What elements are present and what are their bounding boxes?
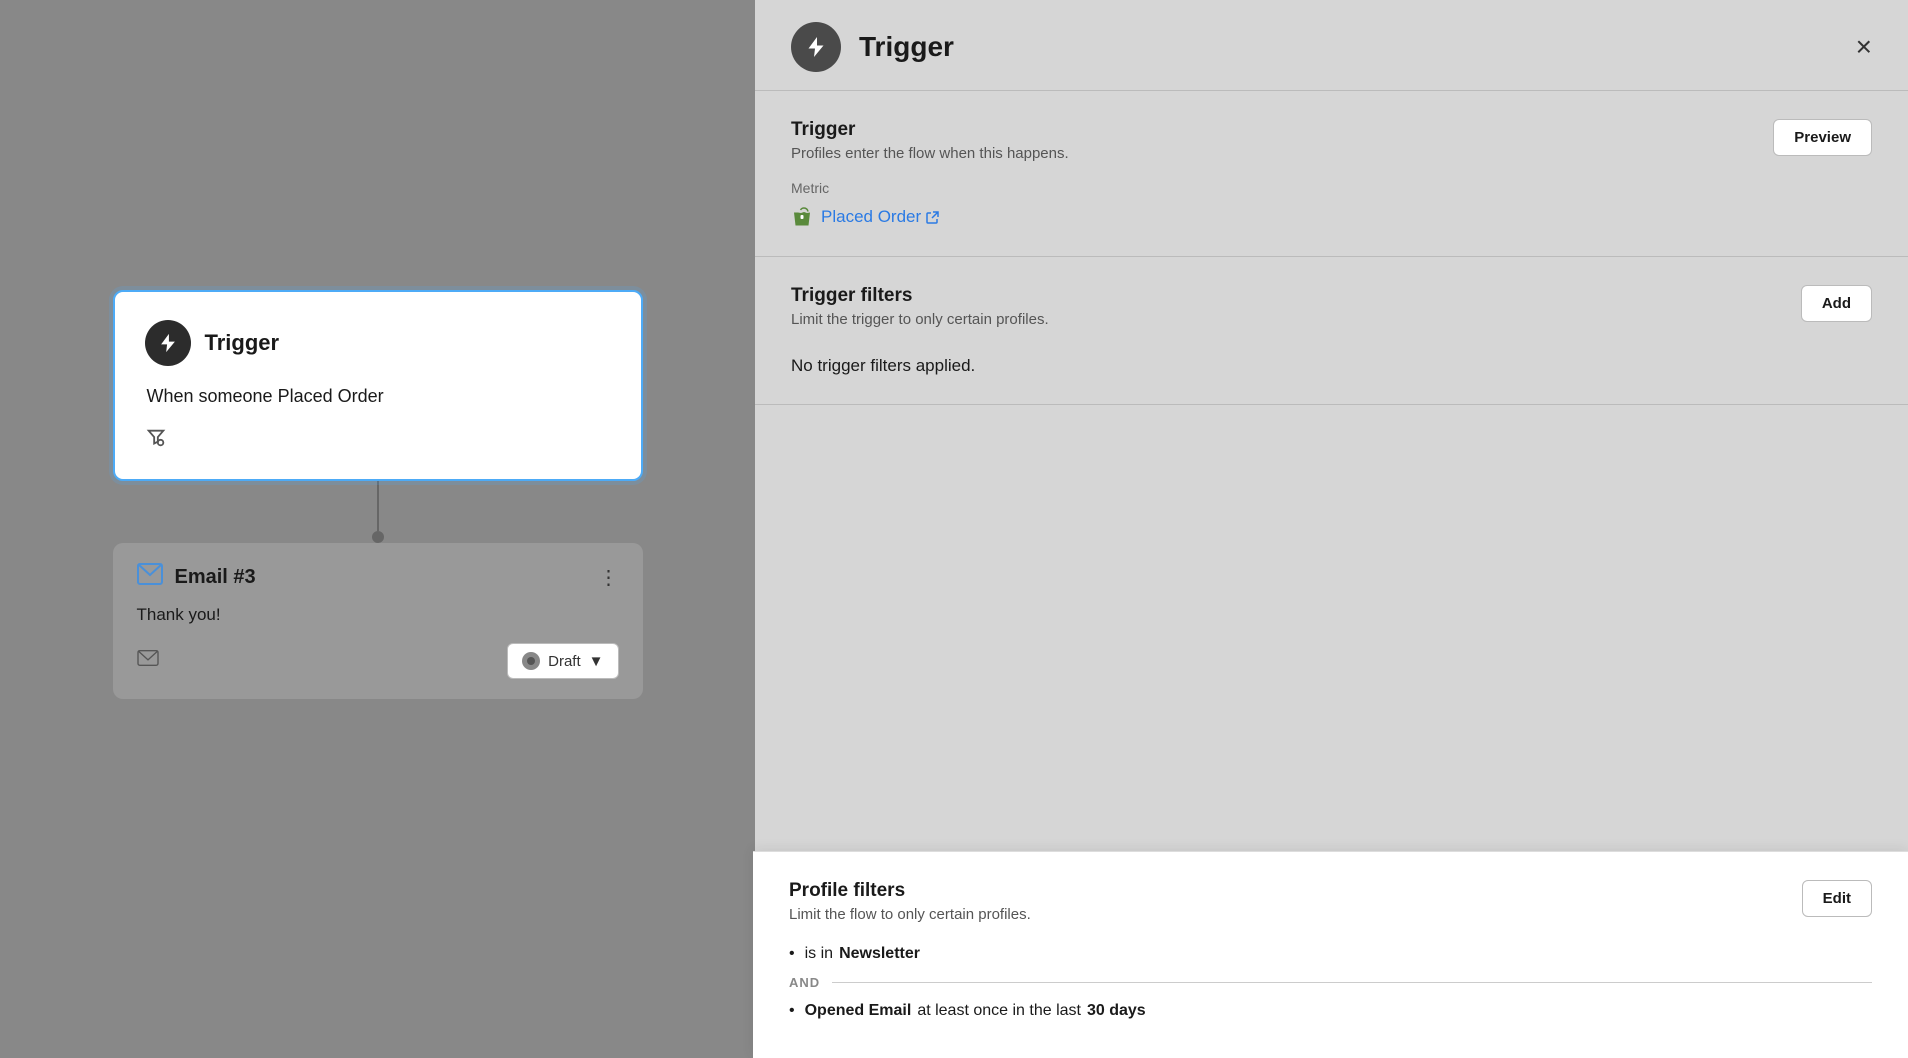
- connector-line: [377, 481, 379, 531]
- profile-filters-text: Profile filters Limit the flow to only c…: [789, 880, 1031, 941]
- filter1-bold: Newsletter: [839, 945, 920, 963]
- shopify-bag-icon: [792, 206, 812, 228]
- shopify-icon: [791, 206, 813, 228]
- draft-icon-inner: [526, 656, 536, 666]
- draft-label: Draft: [548, 653, 581, 670]
- trigger-card-title: Trigger: [205, 330, 280, 356]
- email-card-header: Email #3 ⋮: [137, 563, 619, 591]
- trigger-card-footer: [145, 427, 611, 455]
- trigger-section-header-row: Trigger Profiles enter the flow when thi…: [791, 119, 1872, 176]
- panel-title: Trigger: [859, 31, 954, 63]
- trigger-card-body: When someone Placed Order: [145, 386, 611, 407]
- panel-header: Trigger ×: [755, 0, 1908, 91]
- draft-chevron: ▼: [589, 653, 604, 670]
- filter1-prefix: is in: [805, 945, 833, 963]
- and-label: AND: [789, 975, 820, 990]
- edit-profile-filters-button[interactable]: Edit: [1802, 880, 1872, 917]
- filter-user-icon: [145, 427, 167, 449]
- email-card-body: Thank you!: [137, 605, 619, 625]
- trigger-section: Trigger Profiles enter the flow when thi…: [755, 91, 1908, 257]
- connector: [372, 481, 384, 543]
- profile-filters-header-row: Profile filters Limit the flow to only c…: [789, 880, 1872, 941]
- connector-dot: [372, 531, 384, 543]
- trigger-section-subtitle: Profiles enter the flow when this happen…: [791, 145, 1069, 162]
- external-link-icon: [926, 211, 939, 224]
- email-card-header-left: Email #3: [137, 563, 256, 591]
- metric-label: Metric: [791, 180, 1872, 196]
- trigger-section-title: Trigger: [791, 119, 1069, 141]
- filter2-middle: at least once in the last: [917, 1002, 1081, 1020]
- lightning-icon: [157, 332, 179, 354]
- trigger-card-header: Trigger: [145, 320, 611, 366]
- profile-filters-title: Profile filters: [789, 880, 1031, 902]
- panel-icon-circle: [791, 22, 841, 72]
- trigger-card[interactable]: Trigger When someone Placed Order: [113, 290, 643, 481]
- preview-button[interactable]: Preview: [1773, 119, 1872, 156]
- filter2-prefix: Opened Email: [805, 1002, 912, 1020]
- close-button[interactable]: ×: [1856, 33, 1872, 61]
- trigger-filters-subtitle: Limit the trigger to only certain profil…: [791, 311, 1049, 328]
- trigger-filters-header-row: Trigger filters Limit the trigger to onl…: [791, 285, 1872, 342]
- draft-status-icon: [522, 652, 540, 670]
- filter-person-icon: [145, 427, 167, 455]
- and-divider: AND: [789, 975, 1872, 990]
- profile-filter-2: • Opened Email at least once in the last…: [789, 1002, 1872, 1020]
- profile-filters-panel: Profile filters Limit the flow to only c…: [753, 851, 1908, 1058]
- profile-filter-1: • is in Newsletter: [789, 945, 1872, 963]
- email-card-footer: Draft ▼: [137, 643, 619, 679]
- envelope-icon: [137, 563, 163, 585]
- trigger-section-text: Trigger Profiles enter the flow when thi…: [791, 119, 1069, 176]
- panel-header-left: Trigger: [791, 22, 954, 72]
- panel-lightning-icon: [804, 35, 828, 59]
- email-card[interactable]: Email #3 ⋮ Thank you! Draft ▼: [113, 543, 643, 699]
- draft-button[interactable]: Draft ▼: [507, 643, 618, 679]
- metric-row: Placed Order: [791, 206, 1872, 228]
- email-send-icon: [137, 648, 159, 674]
- filter2-bold: 30 days: [1087, 1002, 1146, 1020]
- more-options-icon[interactable]: ⋮: [599, 565, 619, 590]
- placed-order-link[interactable]: Placed Order: [821, 207, 939, 227]
- email-card-title: Email #3: [175, 566, 256, 589]
- trigger-filters-title: Trigger filters: [791, 285, 1049, 307]
- add-filter-button[interactable]: Add: [1801, 285, 1872, 322]
- bullet-1: •: [789, 945, 795, 963]
- canvas-area: Trigger When someone Placed Order: [0, 0, 755, 1058]
- no-filters-text: No trigger filters applied.: [791, 356, 1872, 376]
- profile-filters-subtitle: Limit the flow to only certain profiles.: [789, 906, 1031, 923]
- trigger-icon-circle: [145, 320, 191, 366]
- trigger-filters-text: Trigger filters Limit the trigger to onl…: [791, 285, 1049, 342]
- bullet-2: •: [789, 1002, 795, 1020]
- placed-order-text: Placed Order: [821, 207, 921, 227]
- send-icon: [137, 648, 159, 668]
- email-icon: [137, 563, 163, 591]
- trigger-filters-section: Trigger filters Limit the trigger to onl…: [755, 257, 1908, 405]
